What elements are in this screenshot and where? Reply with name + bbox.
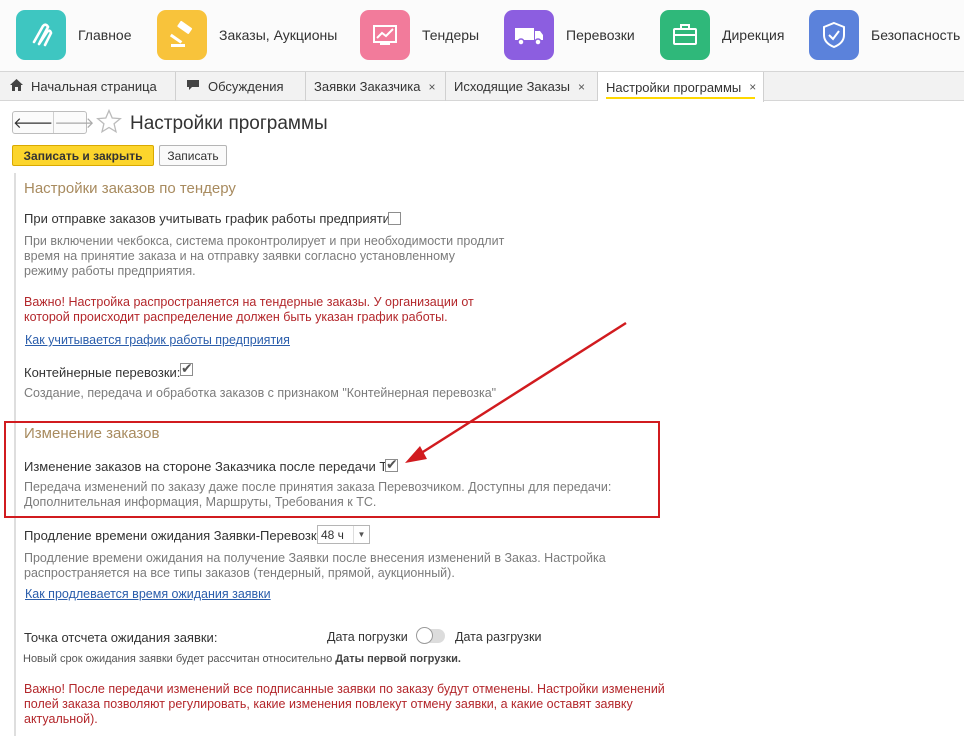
extension-value: 48 ч <box>321 527 344 542</box>
nav-label: Безопасность <box>871 27 961 43</box>
page-title: Настройки программы <box>130 113 328 134</box>
container-hint: Создание, передача и обработка заказов с… <box>24 386 497 400</box>
option-load-date[interactable]: Дата погрузки <box>327 630 408 644</box>
nav-label: Перевозки <box>566 27 635 43</box>
nav-item-orders[interactable]: Заказы, Аукционы <box>157 10 337 60</box>
gavel-icon <box>157 10 207 60</box>
chevron-down-icon[interactable]: ▼ <box>353 526 369 543</box>
note-emphasis: Даты первой погрузки. <box>335 653 461 665</box>
checkmark-icon: ✔ <box>181 360 193 376</box>
star-icon[interactable] <box>96 108 122 139</box>
hint-line: время на принятие заказа и на отправку з… <box>24 249 455 263</box>
schedule-checkbox[interactable] <box>388 212 401 225</box>
hint-line: Продление времени ожидания на получение … <box>24 551 606 565</box>
extension-help-link[interactable]: Как продлевается время ожидания заявки <box>25 587 271 601</box>
tab-label: Заявки Заказчика <box>314 79 421 94</box>
warning-line: полей заказа позволяют регулировать, как… <box>24 697 633 711</box>
tab-customer-requests[interactable]: Заявки Заказчика × <box>306 72 446 101</box>
tab-label: Исходящие Заказы <box>454 79 571 94</box>
hint-line: При включении чекбокса, система проконтр… <box>24 234 505 248</box>
hint-line: Передача изменений по заказу даже после … <box>24 480 612 494</box>
tab-label: Обсуждения <box>208 79 284 94</box>
nav-item-tenders[interactable]: Тендеры <box>360 10 479 60</box>
warning-line: которой происходит распределение должен … <box>24 310 448 324</box>
tab-outgoing-orders[interactable]: Исходящие Заказы × <box>446 72 598 101</box>
container-checkbox[interactable]: ✔ <box>180 360 193 376</box>
save-and-close-button[interactable]: Записать и закрыть <box>12 145 154 166</box>
warning-line: Важно! Настройка распространяется на тен… <box>24 295 474 309</box>
nav-item-main[interactable]: Главное <box>16 10 132 60</box>
briefcase-icon <box>660 10 710 60</box>
nav-item-security[interactable]: Безопасность <box>809 10 960 60</box>
reference-point-toggle[interactable] <box>416 627 445 644</box>
top-navigation: Главное Заказы, Аукционы Тендеры Перевоз… <box>0 0 964 71</box>
nav-item-directorate[interactable]: Дирекция <box>660 10 784 60</box>
schedule-hint: При включении чекбокса, система проконтр… <box>24 234 504 279</box>
nav-item-transport[interactable]: Перевозки <box>504 10 635 60</box>
tab-label: Начальная страница <box>31 79 157 94</box>
hint-line: режиму работы предприятия. <box>24 264 196 278</box>
back-arrow-icon[interactable]: 🡐 <box>13 112 53 133</box>
section-title-tender: Настройки заказов по тендеру <box>24 180 236 197</box>
reference-note: Новый срок ожидания заявки будет рассчит… <box>23 653 461 665</box>
shield-icon <box>809 10 859 60</box>
home-icon <box>10 79 23 94</box>
tab-label: Настройки программы <box>606 79 742 95</box>
tender-warning: Важно! Настройка распространяется на тен… <box>24 295 474 325</box>
extension-label: Продление времени ожидания Заявки-Перево… <box>24 528 328 543</box>
active-tab-indicator <box>606 97 755 99</box>
truck-icon <box>504 10 554 60</box>
section-title-changes: Изменение заказов <box>24 425 160 442</box>
extension-select[interactable]: 48 ч ▼ <box>317 525 370 544</box>
schedule-help-link[interactable]: Как учитывается график работы предприяти… <box>25 333 290 347</box>
nav-label: Главное <box>78 27 132 43</box>
close-icon[interactable]: × <box>749 80 756 94</box>
history-navigation: 🡐 🡒 <box>12 111 94 134</box>
nav-label: Заказы, Аукционы <box>219 27 338 43</box>
customer-changes-hint: Передача изменений по заказу даже после … <box>24 480 611 510</box>
final-warning: Важно! После передачи изменений все подп… <box>24 682 665 727</box>
warning-line: актуальной). <box>24 712 98 726</box>
warning-line: Важно! После передачи изменений все подп… <box>24 682 665 696</box>
hint-line: Дополнительная информация, Маршруты, Тре… <box>24 495 377 509</box>
tab-home[interactable]: Начальная страница <box>0 72 176 101</box>
tab-program-settings[interactable]: Настройки программы × <box>598 72 764 102</box>
tab-discussions[interactable]: Обсуждения <box>176 72 306 101</box>
main-logo-icon <box>16 10 66 60</box>
note-text: Новый срок ожидания заявки будет рассчит… <box>23 653 336 665</box>
checkmark-icon: ✔ <box>386 456 398 472</box>
nav-label: Дирекция <box>722 27 785 43</box>
chat-icon <box>186 79 200 94</box>
option-unload-date[interactable]: Дата разгрузки <box>455 630 541 644</box>
close-icon[interactable]: × <box>578 80 585 94</box>
toggle-knob <box>416 627 433 644</box>
extension-hint: Продление времени ожидания на получение … <box>24 551 606 581</box>
nav-label: Тендеры <box>422 27 480 43</box>
customer-changes-label: Изменение заказов на стороне Заказчика п… <box>24 459 399 474</box>
schedule-setting-label: При отправке заказов учитывать график ра… <box>24 211 401 226</box>
tab-bar: Начальная страница Обсуждения Заявки Зак… <box>0 71 964 102</box>
close-icon[interactable]: × <box>429 80 436 94</box>
container-setting-label: Контейнерные перевозки: <box>24 365 181 380</box>
customer-changes-checkbox[interactable]: ✔ <box>385 456 398 472</box>
chart-icon <box>360 10 410 60</box>
forward-arrow-icon[interactable]: 🡒 <box>53 112 94 133</box>
hint-line: распространяется на все типы заказов (те… <box>24 566 455 580</box>
reference-point-label: Точка отсчета ожидания заявки: <box>24 630 218 645</box>
save-button[interactable]: Записать <box>159 145 227 166</box>
